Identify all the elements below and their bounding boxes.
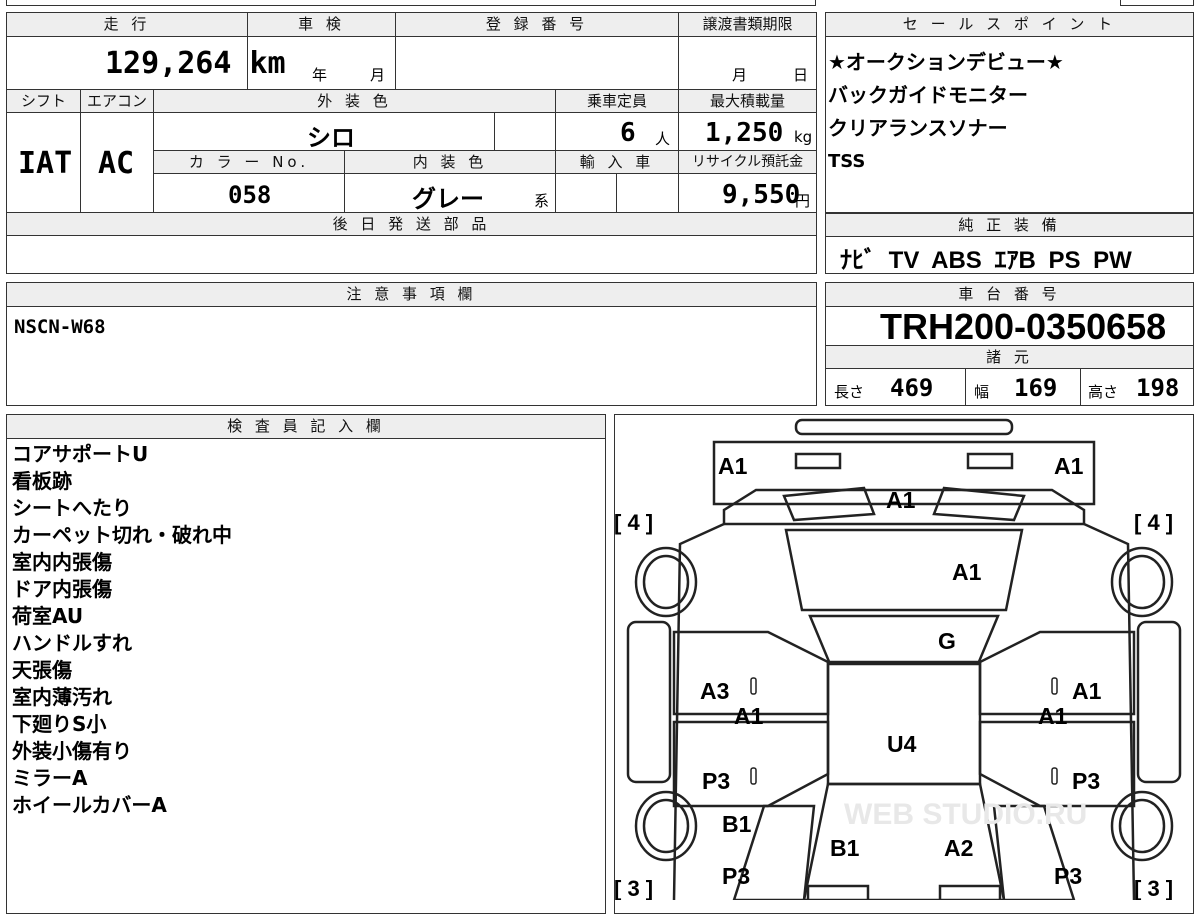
import-header: 輸 入 車 <box>556 151 678 173</box>
inspector-note: 外装小傷有り <box>12 739 132 763</box>
mark-dash: G <box>938 628 956 654</box>
height-label: 高さ <box>1088 383 1119 401</box>
capacity-unit: 人 <box>655 130 671 148</box>
inspector-note: 室内薄汚れ <box>12 685 112 709</box>
inspector-note: ドア内張傷 <box>12 577 112 601</box>
specs-header: 諸 元 <box>826 346 1193 368</box>
chassis-header: 車 台 番 号 <box>826 283 1193 306</box>
mark-hood-front: A1 <box>886 487 916 513</box>
tire-front-right: [ 4 ] <box>1134 510 1173 535</box>
color-no-value: 058 <box>228 181 272 209</box>
max-load-value: 1,250 <box>705 118 784 148</box>
notes-value: NSCN-W68 <box>14 316 106 338</box>
registration-header: 登 録 番 号 <box>396 13 678 36</box>
tire-rear-right: [ 3 ] <box>1134 876 1173 900</box>
recycle-value: 9,550 <box>722 180 801 210</box>
mark-windshield: A1 <box>952 559 982 585</box>
mark-left-pillar: A1 <box>734 703 764 729</box>
deadline-month-unit: 月 <box>732 66 748 84</box>
inspector-note: 下廻りS小 <box>12 712 107 736</box>
sales-point-4: TSS <box>828 151 866 172</box>
sales-point-1: ★オークションデビュー★ <box>828 50 1064 74</box>
inspector-note: 室内内張傷 <box>12 550 112 574</box>
inspector-note: 看板跡 <box>12 469 72 493</box>
mark-left-front-door: A3 <box>700 678 729 704</box>
genuine-equipment-items: ﾅﾋﾞ TV ABS ｴｱB PS PW <box>840 247 1132 274</box>
watermark: WEB STUDIO.RU <box>844 798 1087 831</box>
length-label: 長さ <box>834 383 865 401</box>
capacity-value: 6 <box>620 118 636 148</box>
mark-right-front-door: A1 <box>1072 678 1102 704</box>
sales-point-2: バックガイドモニター <box>828 83 1028 107</box>
notes-header: 注 意 事 項 欄 <box>7 283 816 306</box>
sales-points-header: セ ー ル ス ポ イ ン ト <box>826 13 1193 36</box>
mark-front-bumper-right: A1 <box>1054 453 1084 479</box>
inspector-note: シートへたり <box>12 496 132 520</box>
mark-left-rear-panel: B1 <box>722 811 752 837</box>
mileage-header: 走 行 <box>7 13 247 36</box>
length-value: 469 <box>890 374 934 402</box>
max-load-unit: kg <box>794 128 813 146</box>
header-remnant-right <box>1120 0 1194 6</box>
mark-rear-right: A2 <box>944 835 973 861</box>
recycle-header: リサイクル預託金 <box>679 151 816 173</box>
sales-point-3: クリアランスソナー <box>828 116 1008 140</box>
mark-right-rear-bumper: P3 <box>1054 863 1082 889</box>
tire-rear-left: [ 3 ] <box>614 876 653 900</box>
shift-value: IAT <box>18 146 73 181</box>
shaken-year-unit: 年 <box>312 66 328 84</box>
shift-header: シフト <box>7 90 80 112</box>
width-label: 幅 <box>974 383 990 401</box>
color-no-header: カ ラ ー No. <box>154 151 344 173</box>
width-value: 169 <box>1014 374 1058 402</box>
shaken-header: 車 検 <box>248 13 395 36</box>
mark-right-pillar: A1 <box>1038 703 1068 729</box>
mark-roof: U4 <box>887 731 917 757</box>
mark-front-bumper-left: A1 <box>718 453 748 479</box>
tire-front-left: [ 4 ] <box>614 510 653 535</box>
chassis-number: TRH200-0350658 <box>880 306 1167 347</box>
aircon-value: AC <box>98 146 135 181</box>
interior-color-value: グレー <box>412 186 484 213</box>
inspector-note: 天張傷 <box>12 658 72 682</box>
mark-right-rear-door: P3 <box>1072 768 1100 794</box>
inspector-notes-list: コアサポートU 看板跡 シートへたり カーペット切れ・破れ中 室内内張傷 ドア内… <box>12 441 232 819</box>
inspector-note: ホイールカバーA <box>12 793 167 817</box>
mileage-value: 129,264 km <box>105 46 286 81</box>
mark-left-rear-bumper: P3 <box>722 863 750 889</box>
shaken-month-unit: 月 <box>370 66 386 84</box>
mark-left-rear-door: P3 <box>702 768 730 794</box>
car-diagram: WEB STUDIO.RU [ 4 ] [ 4 ] [ 3 ] [ 3 ] A1… <box>614 418 1182 900</box>
header-remnant <box>6 0 816 6</box>
max-load-header: 最大積載量 <box>679 90 816 112</box>
inspector-header: 検 査 員 記 入 欄 <box>7 415 605 438</box>
interior-color-suffix: 系 <box>534 192 550 210</box>
inspector-note: ハンドルすれ <box>12 631 132 655</box>
deadline-day-unit: 日 <box>793 66 809 84</box>
sales-points-list: ★オークションデビュー★ バックガイドモニター クリアランスソナー TSS <box>828 46 1064 178</box>
inspector-note: ミラーA <box>12 766 88 790</box>
height-value: 198 <box>1136 374 1180 402</box>
exterior-color-value: シロ <box>307 125 355 152</box>
inspector-note: コアサポートU <box>12 442 149 466</box>
interior-color-header: 内 装 色 <box>345 151 555 173</box>
inspector-note: カーペット切れ・破れ中 <box>12 523 232 547</box>
transfer-deadline-header: 譲渡書類期限 <box>679 13 816 36</box>
inspector-note: 荷室AU <box>12 604 84 628</box>
capacity-header: 乗車定員 <box>556 90 678 112</box>
mark-rear-left: B1 <box>830 835 860 861</box>
later-parts-header: 後 日 発 送 部 品 <box>7 213 816 235</box>
aircon-header: エアコン <box>81 90 153 112</box>
exterior-color-header: 外 装 色 <box>154 90 555 112</box>
recycle-unit: 円 <box>795 192 811 210</box>
genuine-equipment-header: 純 正 装 備 <box>826 214 1193 236</box>
